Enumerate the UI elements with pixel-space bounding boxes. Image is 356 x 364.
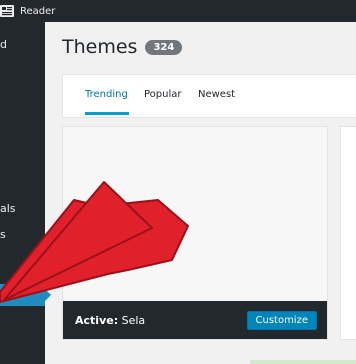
sidebar-item-posts[interactable]: s [0, 228, 6, 241]
theme-card-footer: Active: Sela Customize [63, 301, 327, 339]
next-theme-card[interactable] [340, 126, 356, 340]
theme-count-badge: 324 [145, 39, 183, 55]
admin-sidebar: d als s ce [0, 22, 51, 364]
theme-filter-bar: Trending Popular Newest [62, 74, 356, 118]
active-tab-indicator [85, 112, 129, 115]
active-theme-card[interactable]: Active: Sela Customize [62, 126, 328, 340]
screen: Reader d als s ce Themes 324 Trending Po… [0, 0, 356, 364]
reader-link[interactable]: Reader [0, 0, 55, 22]
sidebar-item-tutorials[interactable]: als [0, 202, 16, 215]
active-theme-label: Active: Sela [75, 314, 145, 327]
active-theme-name: Sela [121, 313, 146, 327]
main-content: Themes 324 Trending Popular Newest Activ… [45, 22, 356, 364]
tab-popular[interactable]: Popular [144, 89, 182, 100]
theme-card-edge [250, 360, 356, 364]
sidebar-item-dashboard[interactable]: d [0, 38, 7, 51]
page-header: Themes 324 [62, 36, 183, 58]
reader-label: Reader [20, 5, 56, 17]
reader-icon [0, 5, 14, 17]
customize-button[interactable]: Customize [246, 311, 317, 330]
tab-newest[interactable]: Newest [198, 89, 235, 100]
tab-trending[interactable]: Trending [85, 89, 128, 100]
page-title: Themes [62, 36, 138, 58]
sidebar-item-appearance[interactable]: ce [0, 284, 51, 306]
admin-top-bar: Reader [0, 0, 356, 22]
active-prefix: Active: [75, 313, 119, 327]
